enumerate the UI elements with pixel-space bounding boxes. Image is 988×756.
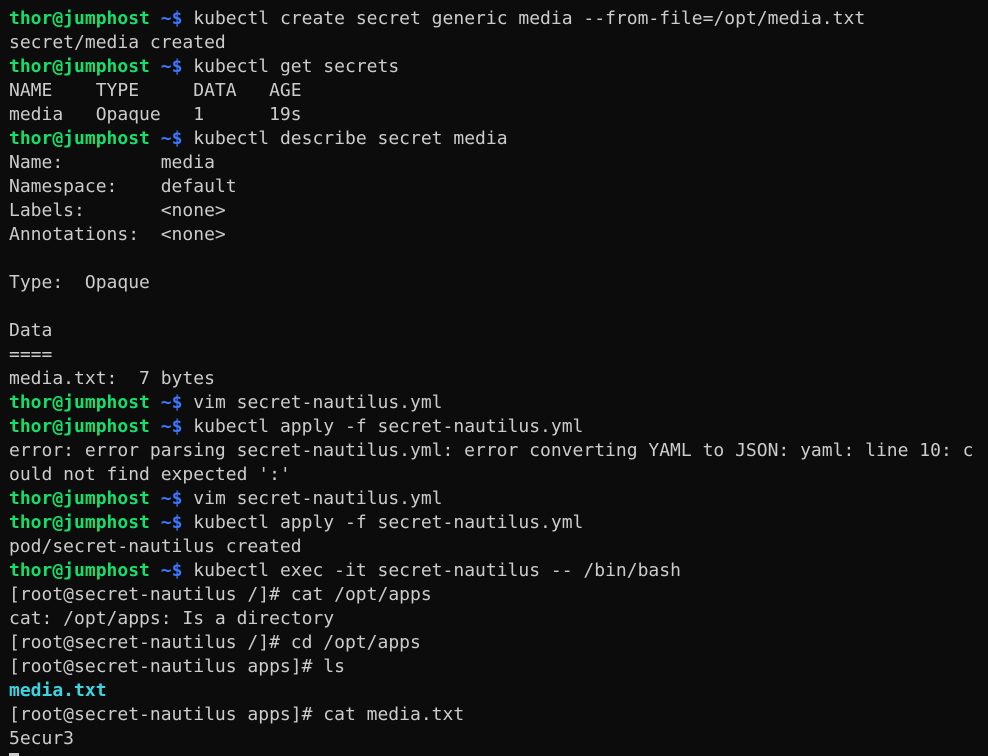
- file-listing: media.txt: [9, 679, 988, 703]
- command-line: thor@jumphost ~$ kubectl create secret g…: [9, 7, 988, 31]
- command-text: cd /opt/apps: [290, 632, 421, 653]
- command-text: vim secret-nautilus.yml: [193, 392, 443, 413]
- prompt-dir: ~$: [160, 128, 183, 149]
- prompt-dir: ~$: [160, 392, 183, 413]
- command-text: kubectl apply -f secret-nautilus.yml: [193, 416, 584, 437]
- command-text: vim secret-nautilus.yml: [193, 488, 443, 509]
- container-prompt: [root@secret-nautilus apps]#: [9, 704, 313, 725]
- command-text: cat media.txt: [323, 704, 465, 725]
- output-line: Annotations: <none>: [9, 224, 226, 245]
- command-text: kubectl describe secret media: [193, 128, 508, 149]
- command-text: cat /opt/apps: [290, 584, 432, 605]
- terminal-window[interactable]: thor@jumphost ~$ kubectl create secret g…: [0, 0, 988, 756]
- prompt-user: thor@jumphost: [9, 512, 150, 533]
- output-line: ould not find expected ':': [9, 464, 291, 485]
- file-name: media.txt: [9, 680, 107, 701]
- prompt-user: thor@jumphost: [9, 416, 150, 437]
- command-text: kubectl get secrets: [193, 56, 400, 77]
- container-command-line: [root@secret-nautilus apps]# cat media.t…: [9, 703, 988, 727]
- prompt-dir: ~$: [160, 560, 183, 581]
- prompt-user: thor@jumphost: [9, 128, 150, 149]
- prompt-dir: ~$: [160, 512, 183, 533]
- prompt-user: thor@jumphost: [9, 488, 150, 509]
- prompt-dir: ~$: [160, 8, 183, 29]
- prompt-user: thor@jumphost: [9, 56, 150, 77]
- output-line: Labels: <none>: [9, 200, 226, 221]
- container-command-line: [root@secret-nautilus apps]# ls: [9, 655, 988, 679]
- prompt-user: thor@jumphost: [9, 560, 150, 581]
- command-line: thor@jumphost ~$ vim secret-nautilus.yml: [9, 391, 988, 415]
- command-line: thor@jumphost ~$ kubectl apply -f secret…: [9, 415, 988, 439]
- output-line: Type: Opaque: [9, 272, 150, 293]
- output-line: ====: [9, 344, 53, 365]
- command-line: thor@jumphost ~$ kubectl describe secret…: [9, 127, 988, 151]
- output-line: cat: /opt/apps: Is a directory: [9, 608, 335, 629]
- output-line: error: error parsing secret-nautilus.yml…: [9, 440, 974, 461]
- output-line: Namespace: default: [9, 176, 237, 197]
- container-command-line: [root@secret-nautilus /]# cat /opt/apps: [9, 583, 988, 607]
- container-prompt: [root@secret-nautilus apps]#: [9, 656, 313, 677]
- container-prompt: [root@secret-nautilus /]#: [9, 632, 280, 653]
- output-line: media Opaque 1 19s: [9, 104, 302, 125]
- command-line: thor@jumphost ~$ vim secret-nautilus.yml: [9, 487, 988, 511]
- active-input-line: [9, 751, 988, 756]
- command-text: ls: [323, 656, 345, 677]
- output-line: Name: media: [9, 152, 215, 173]
- command-line: thor@jumphost ~$ kubectl get secrets: [9, 55, 988, 79]
- container-prompt: [root@secret-nautilus /]#: [9, 584, 280, 605]
- command-text: kubectl exec -it secret-nautilus -- /bin…: [193, 560, 681, 581]
- output-line: Data: [9, 320, 53, 341]
- prompt-dir: ~$: [160, 56, 183, 77]
- output-line: NAME TYPE DATA AGE: [9, 80, 302, 101]
- command-line: thor@jumphost ~$ kubectl exec -it secret…: [9, 559, 988, 583]
- command-text: kubectl create secret generic media --fr…: [193, 8, 866, 29]
- command-line: thor@jumphost ~$ kubectl apply -f secret…: [9, 511, 988, 535]
- container-command-line: [root@secret-nautilus /]# cd /opt/apps: [9, 631, 988, 655]
- prompt-user: thor@jumphost: [9, 392, 150, 413]
- output-line: media.txt: 7 bytes: [9, 368, 215, 389]
- output-line: secret/media created: [9, 32, 226, 53]
- output-line: pod/secret-nautilus created: [9, 536, 302, 557]
- command-text: kubectl apply -f secret-nautilus.yml: [193, 512, 584, 533]
- prompt-dir: ~$: [160, 488, 183, 509]
- prompt-user: thor@jumphost: [9, 8, 150, 29]
- output-line: 5ecur3: [9, 728, 75, 749]
- prompt-dir: ~$: [160, 416, 183, 437]
